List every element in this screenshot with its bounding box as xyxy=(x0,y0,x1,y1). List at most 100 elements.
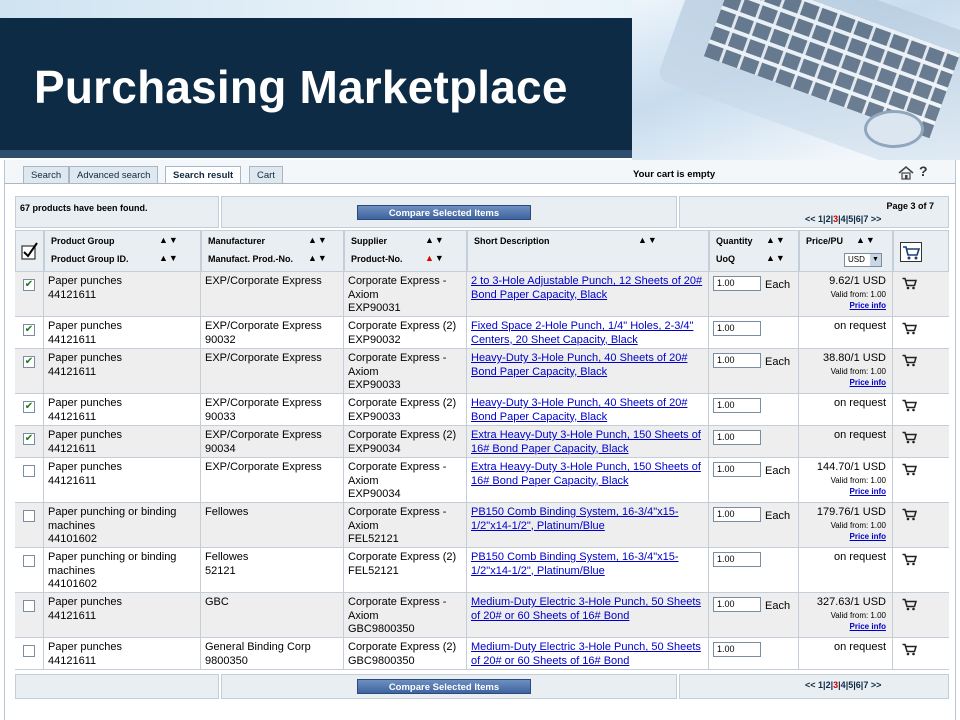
pager-page-2[interactable]: 2 xyxy=(826,214,831,224)
supplier-cell: Corporate Express - Axiom EXP90033 xyxy=(344,349,467,393)
manufacturer-cell: EXP/Corporate Express xyxy=(201,458,344,502)
currency-select[interactable]: USD ▼ xyxy=(844,253,882,267)
product-description-link[interactable]: Heavy-Duty 3-Hole Punch, 40 Sheets of 20… xyxy=(471,397,704,424)
row-select-checkbox[interactable] xyxy=(23,555,35,567)
product-description-link[interactable]: 2 to 3-Hole Adjustable Punch, 12 Sheets … xyxy=(471,275,704,302)
sort-manufact-prod-no-icon[interactable]: ▲▼ xyxy=(308,253,328,263)
row-select-checkbox[interactable] xyxy=(23,510,35,522)
price: 38.80/1 USD xyxy=(823,352,886,364)
pager-page-5[interactable]: 5 xyxy=(848,214,853,224)
tab-cart[interactable]: Cart xyxy=(249,166,283,184)
row-select-checkbox[interactable] xyxy=(23,465,35,477)
row-select-checkbox[interactable]: ✔ xyxy=(23,401,35,413)
quantity-input[interactable]: 1.00 xyxy=(713,507,761,522)
add-to-cart-icon[interactable] xyxy=(902,598,917,611)
pager-prev[interactable]: << xyxy=(805,214,816,224)
product-description-link[interactable]: Fixed Space 2-Hole Punch, 1/4" Holes, 2-… xyxy=(471,320,704,347)
price: 144.70/1 USD xyxy=(816,461,886,473)
pager-page-6-bottom[interactable]: 6 xyxy=(856,680,861,690)
sort-price-icon[interactable]: ▲▼ xyxy=(856,235,876,245)
price-info-link[interactable]: Price info xyxy=(803,300,886,311)
pager-next[interactable]: >> xyxy=(871,214,882,224)
cart-cell xyxy=(893,394,949,425)
pager-page-1[interactable]: 1 xyxy=(818,214,823,224)
home-icon[interactable] xyxy=(898,165,914,181)
sort-short-description-icon[interactable]: ▲▼ xyxy=(638,235,658,245)
description-cell: Fixed Space 2-Hole Punch, 1/4" Holes, 2-… xyxy=(467,317,709,348)
quantity-input[interactable]: 1.00 xyxy=(713,321,761,336)
quantity-cell: 1.00 xyxy=(709,548,799,592)
row-select-checkbox[interactable] xyxy=(23,600,35,612)
product-group-cell: Paper punches 44121611 xyxy=(44,593,201,637)
row-select-checkbox[interactable] xyxy=(23,645,35,657)
help-icon[interactable]: ? xyxy=(919,163,928,179)
quantity-input[interactable]: 1.00 xyxy=(713,353,761,368)
add-all-to-cart-icon[interactable] xyxy=(900,242,922,262)
quantity-input[interactable]: 1.00 xyxy=(713,462,761,477)
add-to-cart-icon[interactable] xyxy=(902,643,917,656)
pager-page-7[interactable]: 7 xyxy=(863,214,868,224)
add-to-cart-icon[interactable] xyxy=(902,322,917,335)
pager-page-5-bottom[interactable]: 5 xyxy=(848,680,853,690)
product-group-cell: Paper punches 44121611 xyxy=(44,272,201,316)
product-description-link[interactable]: PB150 Comb Binding System, 16-3/4"x15-1/… xyxy=(471,551,704,578)
quantity-input[interactable]: 1.00 xyxy=(713,552,761,567)
pager-page-1-bottom[interactable]: 1 xyxy=(818,680,823,690)
pager-prev-bottom[interactable]: << xyxy=(805,680,816,690)
add-to-cart-icon[interactable] xyxy=(902,431,917,444)
pager-page-current: 3 xyxy=(833,214,839,224)
product-description-link[interactable]: Medium-Duty Electric 3-Hole Punch, 50 Sh… xyxy=(471,596,704,623)
sort-product-no-icon[interactable]: ▲▼ xyxy=(425,253,445,263)
select-all-header[interactable] xyxy=(15,230,44,272)
row-select-checkbox[interactable]: ✔ xyxy=(23,324,35,336)
price-info-link[interactable]: Price info xyxy=(803,486,886,497)
select-cell xyxy=(15,548,44,592)
quantity-input[interactable]: 1.00 xyxy=(713,597,761,612)
sort-quantity-icon[interactable]: ▲▼ xyxy=(766,235,786,245)
add-to-cart-icon[interactable] xyxy=(902,508,917,521)
sort-uoq-icon[interactable]: ▲▼ xyxy=(766,253,786,263)
compare-selected-button[interactable]: Compare Selected Items xyxy=(357,205,531,220)
add-to-cart-icon[interactable] xyxy=(902,354,917,367)
quantity-input[interactable]: 1.00 xyxy=(713,642,761,657)
product-description-link[interactable]: Extra Heavy-Duty 3-Hole Punch, 150 Sheet… xyxy=(471,461,704,488)
tab-search-result[interactable]: Search result xyxy=(165,166,242,184)
compare-selected-button-bottom[interactable]: Compare Selected Items xyxy=(357,679,531,694)
select-cell xyxy=(15,638,44,669)
add-to-cart-icon[interactable] xyxy=(902,463,917,476)
select-all-checkbox-icon[interactable] xyxy=(20,241,40,261)
pager-page-7-bottom[interactable]: 7 xyxy=(863,680,868,690)
sort-manufacturer-icon[interactable]: ▲▼ xyxy=(308,235,328,245)
price-info-link[interactable]: Price info xyxy=(803,621,886,632)
pager-page-2-bottom[interactable]: 2 xyxy=(826,680,831,690)
quantity-input[interactable]: 1.00 xyxy=(713,276,761,291)
product-description-link[interactable]: PB150 Comb Binding System, 16-3/4"x15-1/… xyxy=(471,506,704,533)
add-to-cart-icon[interactable] xyxy=(902,399,917,412)
product-description-link[interactable]: Extra Heavy-Duty 3-Hole Punch, 150 Sheet… xyxy=(471,429,704,456)
manufacturer: EXP/Corporate Express xyxy=(205,352,322,364)
tab-search[interactable]: Search xyxy=(23,166,70,184)
quantity-input[interactable]: 1.00 xyxy=(713,398,761,413)
product-description-link[interactable]: Medium-Duty Electric 3-Hole Punch, 50 Sh… xyxy=(471,641,704,668)
manufacturer: General Binding Corp xyxy=(205,641,311,653)
row-select-checkbox[interactable]: ✔ xyxy=(23,279,35,291)
product-no: EXP90033 xyxy=(348,379,401,391)
sort-product-group-icon[interactable]: ▲▼ xyxy=(159,235,179,245)
row-select-checkbox[interactable]: ✔ xyxy=(23,356,35,368)
sort-product-group-id-icon[interactable]: ▲▼ xyxy=(159,253,179,263)
row-select-checkbox[interactable]: ✔ xyxy=(23,433,35,445)
product-description-link[interactable]: Heavy-Duty 3-Hole Punch, 40 Sheets of 20… xyxy=(471,352,704,379)
add-to-cart-icon[interactable] xyxy=(902,553,917,566)
quantity-input[interactable]: 1.00 xyxy=(713,430,761,445)
pager-page-4-bottom[interactable]: 4 xyxy=(841,680,846,690)
price-info-link[interactable]: Price info xyxy=(803,377,886,388)
pager-page-4[interactable]: 4 xyxy=(841,214,846,224)
table-row: Paper punches 44121611 GBC Corporate Expres… xyxy=(15,593,949,638)
price-info-link[interactable]: Price info xyxy=(803,531,886,542)
pager-page-6[interactable]: 6 xyxy=(856,214,861,224)
manufacturer: Fellowes xyxy=(205,551,249,563)
pager-next-bottom[interactable]: >> xyxy=(871,680,882,690)
tab-advanced-search[interactable]: Advanced search xyxy=(69,166,159,184)
add-to-cart-icon[interactable] xyxy=(902,277,917,290)
sort-supplier-icon[interactable]: ▲▼ xyxy=(425,235,445,245)
